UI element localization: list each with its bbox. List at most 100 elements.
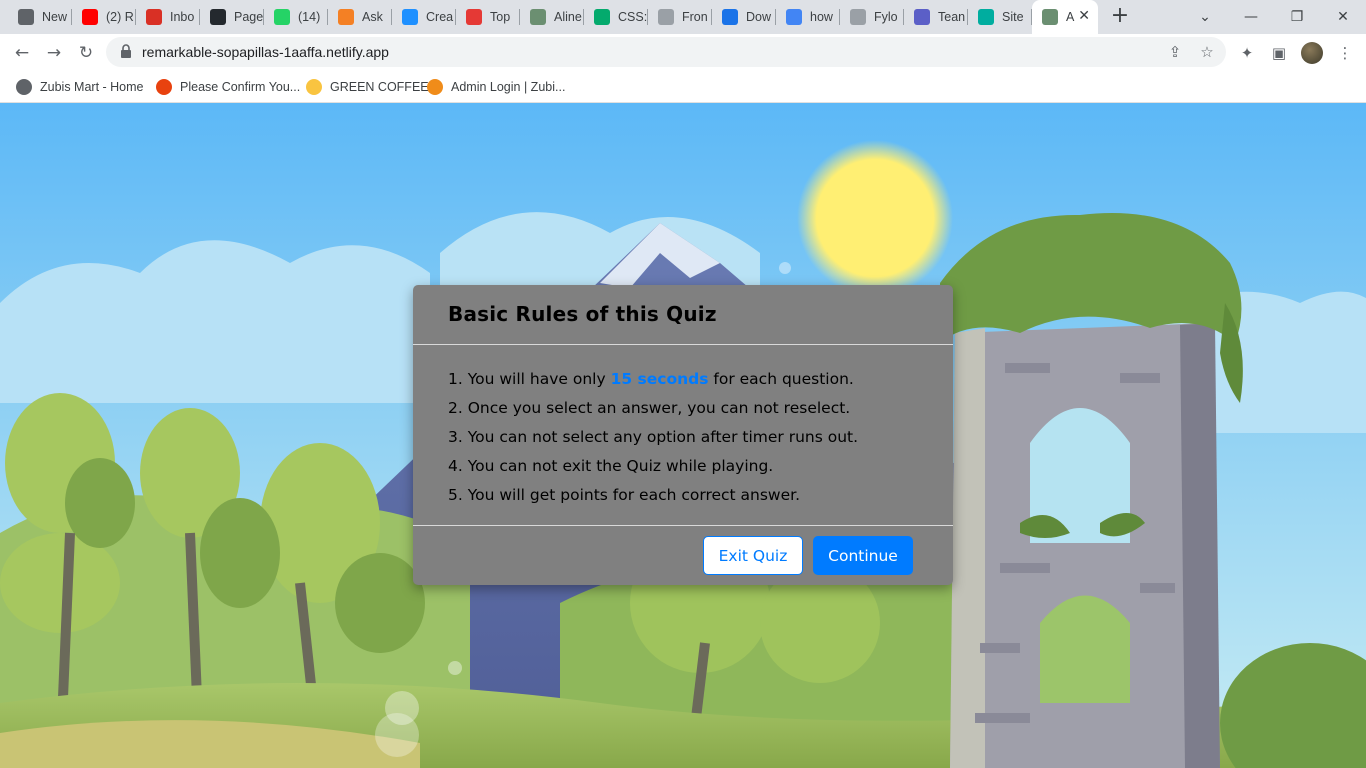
- url-text: remarkable-sopapillas-1aaffa.netlify.app: [142, 44, 389, 60]
- browser-toolbar: ← → ↻ remarkable-sopapillas-1aaffa.netli…: [0, 34, 1366, 71]
- whatsapp-icon: [274, 9, 290, 25]
- rule-item: 3. You can not select any option after t…: [448, 428, 859, 446]
- zubi-icon: [427, 79, 443, 95]
- triangle-icon: [466, 9, 482, 25]
- continue-button[interactable]: Continue: [813, 536, 913, 575]
- sun-icon: [797, 140, 953, 296]
- tab-label: Dow: [746, 10, 772, 24]
- rule-item: 2. Once you select an answer, you can no…: [448, 399, 851, 417]
- youtube-icon: [82, 9, 98, 25]
- restore-button[interactable]: ❐: [1274, 0, 1320, 34]
- bookmark-star-icon[interactable]: ☆: [1198, 43, 1216, 61]
- modal-title: Basic Rules of this Quiz: [448, 302, 717, 326]
- tab-strip: New (2) R Inbo Page (14) Ask Crea Top Aline CSS: F…: [0, 0, 1366, 34]
- rule-item: 1. You will have only 15 seconds for eac…: [448, 370, 854, 388]
- bookmark-label: Please Confirm You...: [180, 80, 301, 94]
- browser-tab[interactable]: Fron: [648, 0, 712, 34]
- address-bar[interactable]: remarkable-sopapillas-1aaffa.netlify.app…: [106, 37, 1226, 67]
- fylo-icon: [850, 9, 866, 25]
- new-tab-button[interactable]: +: [1109, 5, 1131, 27]
- lock-icon: [121, 44, 131, 58]
- exit-quiz-button[interactable]: Exit Quiz: [703, 536, 803, 575]
- browser-tab[interactable]: Crea: [392, 0, 456, 34]
- github-icon: [210, 9, 226, 25]
- stackoverflow-icon: [338, 9, 354, 25]
- back-button[interactable]: ←: [9, 40, 35, 66]
- tab-label: Ask: [362, 10, 383, 24]
- w3schools-icon: [594, 9, 610, 25]
- browser-tab[interactable]: Page: [200, 0, 264, 34]
- bookmark-label: Zubis Mart - Home: [40, 80, 144, 94]
- tab-label: CSS:: [618, 10, 648, 24]
- browser-tab[interactable]: Dow: [712, 0, 776, 34]
- side-panel-icon[interactable]: ▣: [1269, 43, 1289, 63]
- tab-label: (2) R: [106, 10, 134, 24]
- menu-icon[interactable]: ⋮: [1335, 43, 1355, 63]
- codenewbie-icon: [402, 9, 418, 25]
- image-icon: [530, 9, 546, 25]
- shopping-icon: [156, 79, 172, 95]
- browser-tab[interactable]: Fylo: [840, 0, 904, 34]
- tab-label: Fron: [682, 10, 708, 24]
- globe-icon: [16, 79, 32, 95]
- browser-tab[interactable]: Ask: [328, 0, 392, 34]
- browser-tab[interactable]: how: [776, 0, 840, 34]
- browser-tab[interactable]: New: [8, 0, 72, 34]
- tab-search-button[interactable]: ⌄: [1182, 0, 1228, 34]
- share-icon[interactable]: ⇪: [1166, 43, 1184, 61]
- page-viewport: Basic Rules of this Quiz 1. You will hav…: [0, 103, 1366, 768]
- browser-tab[interactable]: Inbo: [136, 0, 200, 34]
- gmail-icon: [146, 9, 162, 25]
- tab-label: New: [42, 10, 68, 24]
- tab-label: Aline: [554, 10, 582, 24]
- tab-label: Inbo: [170, 10, 195, 24]
- bookmark-label: Admin Login | Zubi...: [451, 80, 566, 94]
- bookmark-item[interactable]: Please Confirm You...: [156, 76, 300, 98]
- browser-tab[interactable]: Tean: [904, 0, 968, 34]
- browser-tab[interactable]: Top: [456, 0, 520, 34]
- profile-avatar[interactable]: [1301, 42, 1323, 64]
- tab-label: Tean: [938, 10, 966, 24]
- browser-tab[interactable]: A ✕: [1032, 0, 1098, 34]
- bookmark-item[interactable]: Zubis Mart - Home: [16, 76, 144, 98]
- close-window-button[interactable]: ✕: [1320, 0, 1366, 34]
- download-icon: [722, 9, 738, 25]
- rule-item: 5. You will get points for each correct …: [448, 486, 801, 504]
- browser-tab[interactable]: Aline: [520, 0, 584, 34]
- browser-tab[interactable]: (2) R: [72, 0, 136, 34]
- tab-label: Fylo: [874, 10, 898, 24]
- tab-label: Site: [1002, 10, 1024, 24]
- document-icon: [658, 9, 674, 25]
- time-highlight: 15 seconds: [610, 370, 709, 388]
- tab-label: Top: [490, 10, 511, 24]
- chrome-icon: [18, 9, 34, 25]
- browser-tab[interactable]: CSS:: [584, 0, 648, 34]
- footer-divider: [413, 525, 953, 526]
- smiley-icon: [306, 79, 322, 95]
- bookmark-label: GREEN COFFEE: [330, 80, 429, 94]
- extensions-icon[interactable]: ✦: [1237, 43, 1257, 63]
- header-divider: [413, 344, 953, 345]
- ruin-tower: [940, 213, 1243, 768]
- tab-label: A: [1066, 10, 1075, 24]
- netlify-icon: [978, 9, 994, 25]
- bookmark-item[interactable]: Admin Login | Zubi...: [427, 76, 565, 98]
- browser-tab[interactable]: (14): [264, 0, 328, 34]
- tab-label: how: [810, 10, 833, 24]
- bookmark-item[interactable]: GREEN COFFEE: [306, 76, 429, 98]
- tab-label: Crea: [426, 10, 454, 24]
- image-icon: [1042, 9, 1058, 25]
- close-tab-icon[interactable]: ✕: [1078, 8, 1090, 24]
- google-icon: [786, 9, 802, 25]
- forward-button[interactable]: →: [41, 40, 67, 66]
- rules-list: 1. You will have only 15 seconds for eac…: [448, 365, 858, 510]
- bookmarks-bar: Zubis Mart - Home Please Confirm You... GR…: [0, 71, 1366, 103]
- tab-label: Page: [234, 10, 264, 24]
- reload-button[interactable]: ↻: [73, 40, 99, 66]
- quiz-rules-modal: Basic Rules of this Quiz 1. You will hav…: [413, 285, 953, 585]
- teams-icon: [914, 9, 930, 25]
- rule-item: 4. You can not exit the Quiz while playi…: [448, 457, 774, 475]
- minimize-button[interactable]: —: [1228, 0, 1274, 34]
- tab-label: (14): [298, 10, 321, 24]
- browser-tab[interactable]: Site: [968, 0, 1032, 34]
